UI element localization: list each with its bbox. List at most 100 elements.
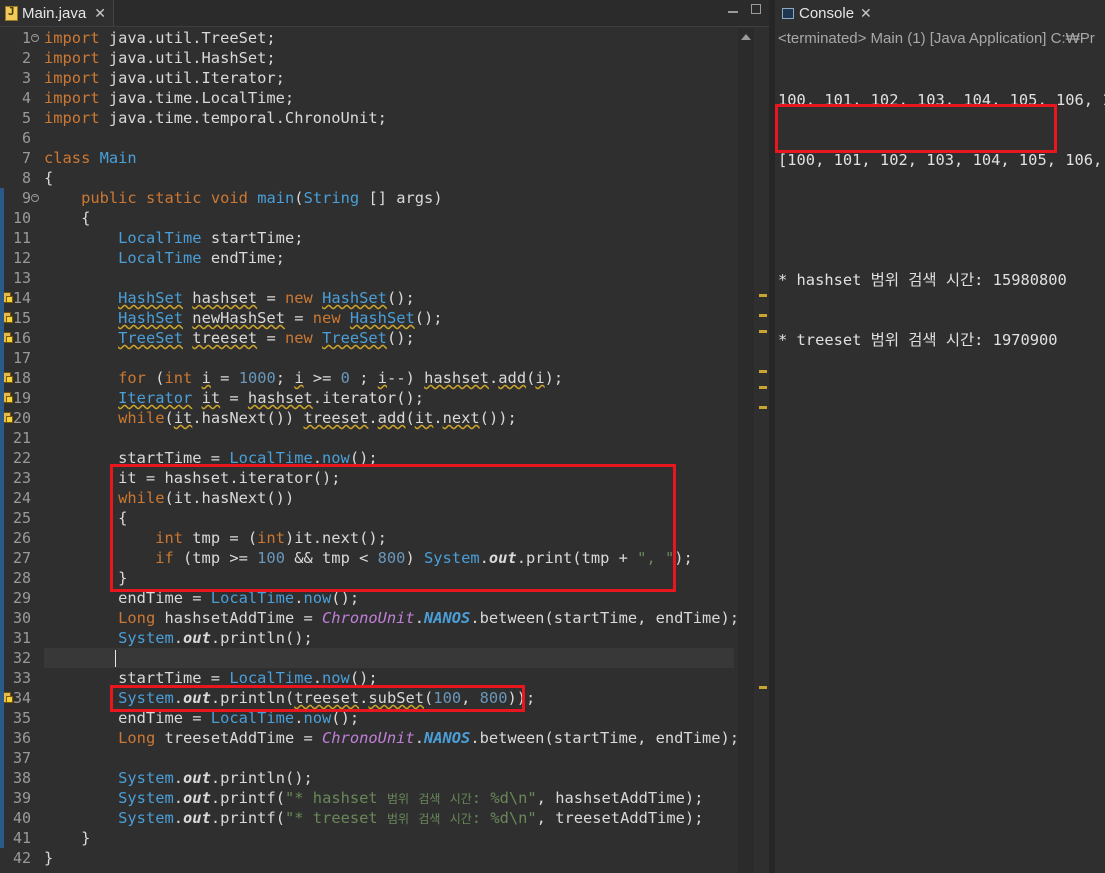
code-line: import java.time.temporal.ChronoUnit; [44, 109, 387, 127]
line-number: 9 [21, 189, 31, 207]
line-number: 4 [21, 89, 31, 107]
line-number: 3 [21, 69, 31, 87]
code-line: HashSet hashset = new HashSet(); [118, 289, 415, 307]
code-line: TreeSet treeset = new TreeSet(); [118, 329, 415, 347]
vertical-scrollbar[interactable] [738, 28, 754, 873]
fold-toggle-icon[interactable]: − [31, 34, 39, 42]
editor-pane: Main.java ✕ 1234567891011121314151617181… [0, 0, 769, 873]
warning-marker[interactable] [759, 686, 767, 689]
line-number: 24 [12, 489, 31, 507]
line-number: 26 [12, 529, 31, 547]
line-number: 32 [12, 649, 31, 667]
code-line: import java.util.TreeSet; [44, 29, 276, 47]
scroll-up-arrow-icon[interactable] [741, 34, 751, 40]
line-number: 31 [12, 629, 31, 647]
editor-tab-bar: Main.java ✕ [0, 0, 769, 27]
code-line: for (int i = 1000; i >= 0 ; i--) hashset… [118, 369, 564, 387]
line-number: 25 [12, 509, 31, 527]
console-status: <terminated> Main (1) [Java Application]… [778, 30, 1095, 47]
code-line: { [44, 169, 54, 187]
console-tab-label: Console [799, 4, 855, 22]
line-number: 12 [12, 249, 31, 267]
tab-main-java[interactable]: Main.java ✕ [0, 0, 114, 26]
line-number: 27 [12, 549, 31, 567]
code-line: LocalTime endTime; [118, 249, 285, 267]
line-number: 40 [12, 809, 31, 827]
tab-console[interactable]: Console ✕ [775, 0, 879, 26]
line-number: 10 [12, 209, 31, 227]
warning-marker[interactable] [759, 386, 767, 389]
highlight-box-console-results [775, 104, 1057, 153]
code-line: System.out.printf("* hashset 범위 검색 시간: %… [118, 789, 704, 807]
code-line: } [44, 849, 54, 867]
code-area[interactable]: import java.util.TreeSet; import java.uti… [44, 28, 740, 873]
code-line: HashSet newHashSet = new HashSet(); [118, 309, 443, 327]
code-line: while(it.hasNext()) treeset.add(it.next(… [118, 409, 517, 427]
line-number: 33 [12, 669, 31, 687]
code-line: class Main [44, 149, 137, 167]
line-number: 39 [12, 789, 31, 807]
code-line: import java.util.HashSet; [44, 49, 276, 67]
line-number: 36 [12, 729, 31, 747]
code-line: public static void main(String [] args) [81, 189, 443, 207]
change-bar [0, 188, 4, 848]
line-number: 37 [12, 749, 31, 767]
highlight-box-treeset-subset [110, 685, 525, 712]
warning-marker[interactable] [759, 330, 767, 333]
console-close-icon[interactable]: ✕ [860, 5, 872, 22]
maximize-icon[interactable] [751, 4, 761, 14]
line-number: 6 [21, 129, 31, 147]
close-icon[interactable]: ✕ [94, 5, 106, 22]
code-line: { [44, 209, 91, 227]
line-number: 22 [12, 449, 31, 467]
line-number: 38 [12, 769, 31, 787]
line-number: 23 [12, 469, 31, 487]
line-number: 17 [12, 349, 31, 367]
warning-marker[interactable] [759, 314, 767, 317]
console-pane: Console ✕ <terminated> Main (1) [Java Ap… [775, 0, 1105, 873]
code-line: } [44, 829, 91, 847]
line-number: 7 [21, 149, 31, 167]
line-number: 2 [21, 49, 31, 67]
console-line: * treeset 범위 검색 시간: 1970900 [778, 331, 1058, 349]
code-line: System.out.println(); [118, 769, 313, 787]
line-number: 8 [21, 169, 31, 187]
overview-ruler[interactable] [755, 28, 769, 873]
line-number: 29 [12, 589, 31, 607]
line-number: 28 [12, 569, 31, 587]
line-number: 1 [21, 29, 31, 47]
line-number: 30 [12, 609, 31, 627]
tab-label: Main.java [22, 4, 87, 22]
warning-marker[interactable] [759, 294, 767, 297]
code-line: LocalTime startTime; [118, 229, 304, 247]
console-icon [782, 7, 794, 19]
line-number: 35 [12, 709, 31, 727]
code-line: import java.time.LocalTime; [44, 89, 295, 107]
minimize-icon[interactable] [728, 9, 738, 13]
line-number-gutter: 1 2 3 4 5 6 7 8 9 10 11 12 13 14 15 16 17 18 19 20 21 22 23 24 2… [0, 28, 40, 873]
console-output[interactable]: 100, 101, 102, 103, 104, 105, 106, 10 [1… [778, 50, 1105, 390]
code-line: Long hashsetAddTime = ChronoUnit.NANOS.b… [118, 609, 740, 627]
code-line: Iterator it = hashset.iterator(); [118, 389, 424, 407]
line-number: 5 [21, 109, 31, 127]
warning-marker[interactable] [759, 370, 767, 373]
line-number: 21 [12, 429, 31, 447]
line-number: 42 [12, 849, 31, 867]
warning-marker[interactable] [759, 406, 767, 409]
line-number: 13 [12, 269, 31, 287]
line-number: 41 [12, 829, 31, 847]
code-line: System.out.println(); [118, 629, 313, 647]
code-line: import java.util.Iterator; [44, 69, 285, 87]
code-line: System.out.printf("* treeset 범위 검색 시간: %… [118, 809, 704, 827]
highlight-box-hashset-loop [110, 464, 676, 592]
fold-toggle-icon[interactable]: − [31, 194, 39, 202]
java-file-icon [5, 5, 18, 21]
console-line: [100, 101, 102, 103, 104, 105, 106, 1 [778, 151, 1105, 169]
